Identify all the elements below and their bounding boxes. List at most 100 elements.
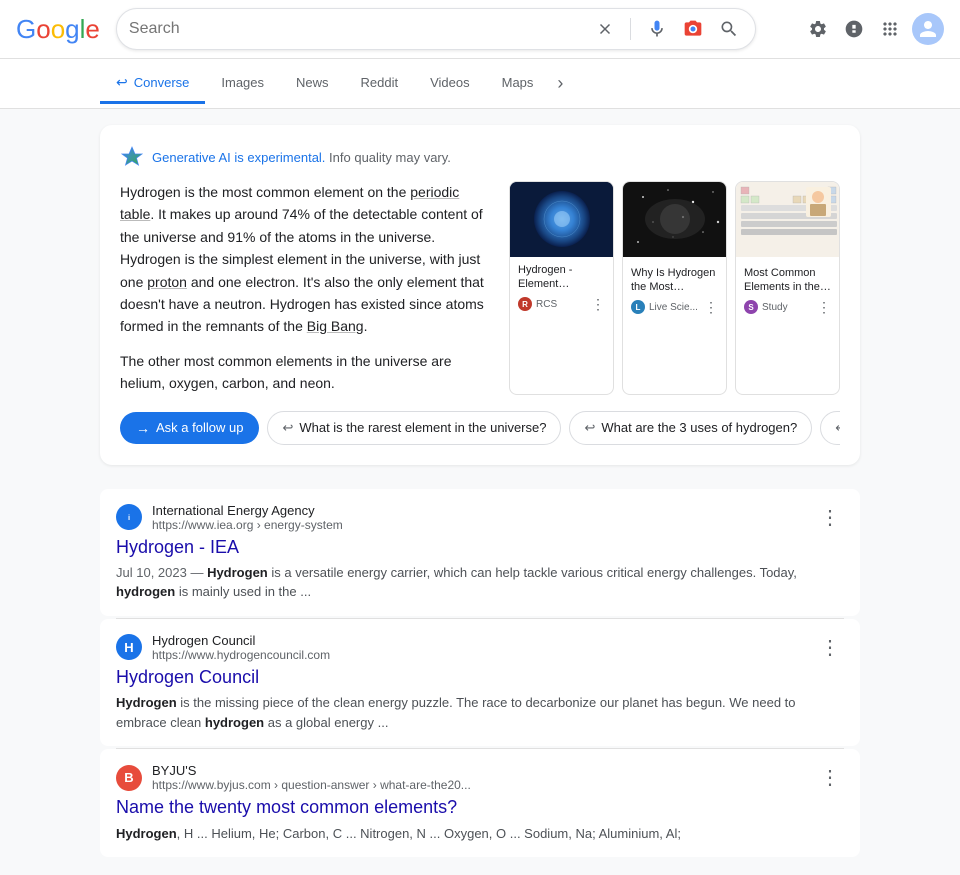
ai-image-card-2[interactable]: Most Common Elements in the Universe & o… bbox=[735, 181, 840, 395]
result-title-iea[interactable]: Hydrogen - IEA bbox=[116, 536, 844, 559]
tab-reddit-label: Reddit bbox=[361, 75, 399, 90]
result-source-info-byjus: BYJU'S https://www.byjus.com › question-… bbox=[152, 763, 806, 792]
user-avatar[interactable] bbox=[912, 13, 944, 45]
ai-image-info-0: Hydrogen - Element information, p... R R… bbox=[510, 257, 613, 319]
ai-image-title-1: Why Is Hydrogen the Most Commo... bbox=[631, 266, 718, 295]
ai-image-title-0: Hydrogen - Element information, p... bbox=[518, 263, 605, 292]
ai-label: Generative AI is experimental. Info qual… bbox=[152, 150, 451, 165]
result-menu-iea[interactable]: ⋮ bbox=[816, 503, 844, 532]
site-name-iea: International Energy Agency bbox=[152, 503, 806, 518]
source-dot-1: L bbox=[631, 300, 645, 314]
favicon-letter-hc: H bbox=[124, 640, 133, 655]
ask-followup-button[interactable]: → Ask a follow up bbox=[120, 412, 259, 444]
ai-image-source-2: S Study ⋮ bbox=[744, 299, 831, 316]
tab-maps[interactable]: Maps bbox=[486, 65, 550, 103]
suggestion-arrow-0: ↩ bbox=[282, 420, 293, 436]
search-icon-group bbox=[592, 15, 743, 43]
periodic-table-link[interactable]: periodic table bbox=[120, 184, 459, 222]
voice-search-button[interactable] bbox=[643, 15, 671, 43]
main-content: Generative AI is experimental. Info qual… bbox=[0, 109, 960, 875]
source-menu-0[interactable]: ⋮ bbox=[591, 296, 605, 313]
suggestion-text-1: What are the 3 uses of hydrogen? bbox=[601, 420, 797, 435]
nav-tabs: ↩ Converse Images News Reddit Videos Map… bbox=[0, 59, 960, 109]
result-source-info-iea: International Energy Agency https://www.… bbox=[152, 503, 806, 532]
ai-body: Hydrogen is the most common element on t… bbox=[120, 181, 840, 395]
ai-image-info-1: Why Is Hydrogen the Most Commo... L Live… bbox=[623, 260, 726, 322]
clear-button[interactable] bbox=[592, 16, 618, 42]
result-url-byjus: https://www.byjus.com › question-answer … bbox=[152, 778, 806, 792]
settings-button[interactable] bbox=[804, 15, 832, 43]
ai-image-source-1: L Live Scie... ⋮ bbox=[631, 299, 718, 316]
suggestion-arrow-2: ↩ bbox=[835, 420, 840, 436]
tab-maps-label: Maps bbox=[502, 75, 534, 90]
result-snippet-iea: Jul 10, 2023 — Hydrogen is a versatile e… bbox=[116, 563, 844, 602]
result-title-hc[interactable]: Hydrogen Council bbox=[116, 666, 844, 689]
result-menu-hc[interactable]: ⋮ bbox=[816, 633, 844, 662]
more-tabs-button[interactable]: › bbox=[549, 63, 571, 104]
ai-spark-icon bbox=[120, 145, 144, 169]
result-title-byjus[interactable]: Name the twenty most common elements? bbox=[116, 796, 844, 819]
result-header-iea: i International Energy Agency https://ww… bbox=[116, 503, 844, 532]
logo-o2: o bbox=[51, 14, 65, 45]
site-name-hc: Hydrogen Council bbox=[152, 633, 806, 648]
source-name-1: Live Scie... bbox=[649, 302, 698, 313]
result-item-iea: i International Energy Agency https://ww… bbox=[100, 489, 860, 616]
favicon-hc: H bbox=[116, 634, 142, 660]
search-divider bbox=[630, 18, 631, 40]
converse-icon: ↩ bbox=[116, 74, 128, 91]
logo-o1: o bbox=[36, 14, 50, 45]
arrow-icon: → bbox=[136, 420, 150, 436]
logo-e: e bbox=[85, 14, 99, 45]
source-menu-2[interactable]: ⋮ bbox=[817, 299, 831, 316]
suggestion-text-0: What is the rarest element in the univer… bbox=[299, 420, 546, 435]
ai-header: Generative AI is experimental. Info qual… bbox=[120, 145, 840, 169]
ai-image-info-2: Most Common Elements in the Universe & o… bbox=[736, 260, 839, 322]
stars-thumbnail bbox=[623, 182, 726, 260]
ai-overview: Generative AI is experimental. Info qual… bbox=[100, 125, 860, 465]
source-menu-1[interactable]: ⋮ bbox=[704, 299, 718, 316]
google-logo[interactable]: Google bbox=[16, 14, 100, 45]
big-bang-link[interactable]: Big Bang bbox=[307, 318, 364, 334]
logo-g2: g bbox=[65, 14, 79, 45]
result-snippet-byjus: Hydrogen, H ... Helium, He; Carbon, C ..… bbox=[116, 824, 844, 844]
ai-paragraph-2: The other most common elements in the un… bbox=[120, 350, 489, 395]
suggestion-0[interactable]: ↩ What is the rarest element in the univ… bbox=[267, 411, 561, 445]
apps-button[interactable] bbox=[876, 15, 904, 43]
favicon-byjus: B bbox=[116, 765, 142, 791]
header-right bbox=[804, 13, 944, 45]
suggestion-1[interactable]: ↩ What are the 3 uses of hydrogen? bbox=[569, 411, 812, 445]
hydrogen-thumbnail bbox=[510, 182, 613, 257]
ai-paragraph-1: Hydrogen is the most common element on t… bbox=[120, 181, 489, 338]
result-snippet-hc: Hydrogen is the missing piece of the cle… bbox=[116, 693, 844, 732]
ai-images: Hydrogen - Element information, p... R R… bbox=[509, 181, 840, 395]
search-bar: what is the most common element on the p… bbox=[116, 8, 756, 50]
result-header-byjus: B BYJU'S https://www.byjus.com › questio… bbox=[116, 763, 844, 792]
tab-converse[interactable]: ↩ Converse bbox=[100, 64, 205, 104]
favicon-letter-byjus: B bbox=[124, 770, 133, 785]
google-search-button[interactable] bbox=[715, 15, 743, 43]
tab-reddit[interactable]: Reddit bbox=[345, 65, 415, 103]
search-results: i International Energy Agency https://ww… bbox=[100, 481, 860, 858]
tab-news[interactable]: News bbox=[280, 65, 345, 103]
image-search-button[interactable] bbox=[679, 15, 707, 43]
result-item-byjus: B BYJU'S https://www.byjus.com › questio… bbox=[100, 749, 860, 857]
result-menu-byjus[interactable]: ⋮ bbox=[816, 763, 844, 792]
suggestion-2[interactable]: ↩ What are the 3 m bbox=[820, 411, 840, 445]
suggestion-arrow-1: ↩ bbox=[584, 420, 595, 436]
tab-videos[interactable]: Videos bbox=[414, 65, 486, 103]
followup-row: → Ask a follow up ↩ What is the rarest e… bbox=[120, 411, 840, 445]
search-input[interactable]: what is the most common element on the p… bbox=[129, 20, 584, 38]
result-header-hc: H Hydrogen Council https://www.hydrogenc… bbox=[116, 633, 844, 662]
result-source-info-hc: Hydrogen Council https://www.hydrogencou… bbox=[152, 633, 806, 662]
tab-images[interactable]: Images bbox=[205, 65, 280, 103]
ai-image-card-0[interactable]: Hydrogen - Element information, p... R R… bbox=[509, 181, 614, 395]
source-dot-2: S bbox=[744, 300, 758, 314]
site-name-byjus: BYJU'S bbox=[152, 763, 806, 778]
proton-link[interactable]: proton bbox=[147, 274, 187, 290]
result-item-hydrogen-council: H Hydrogen Council https://www.hydrogenc… bbox=[100, 619, 860, 746]
source-name-0: RCS bbox=[536, 299, 557, 310]
source-dot-0: R bbox=[518, 297, 532, 311]
google-account-button[interactable] bbox=[840, 15, 868, 43]
ai-image-card-1[interactable]: Why Is Hydrogen the Most Commo... L Live… bbox=[622, 181, 727, 395]
ai-experimental-link[interactable]: Generative AI is experimental. bbox=[152, 150, 325, 165]
